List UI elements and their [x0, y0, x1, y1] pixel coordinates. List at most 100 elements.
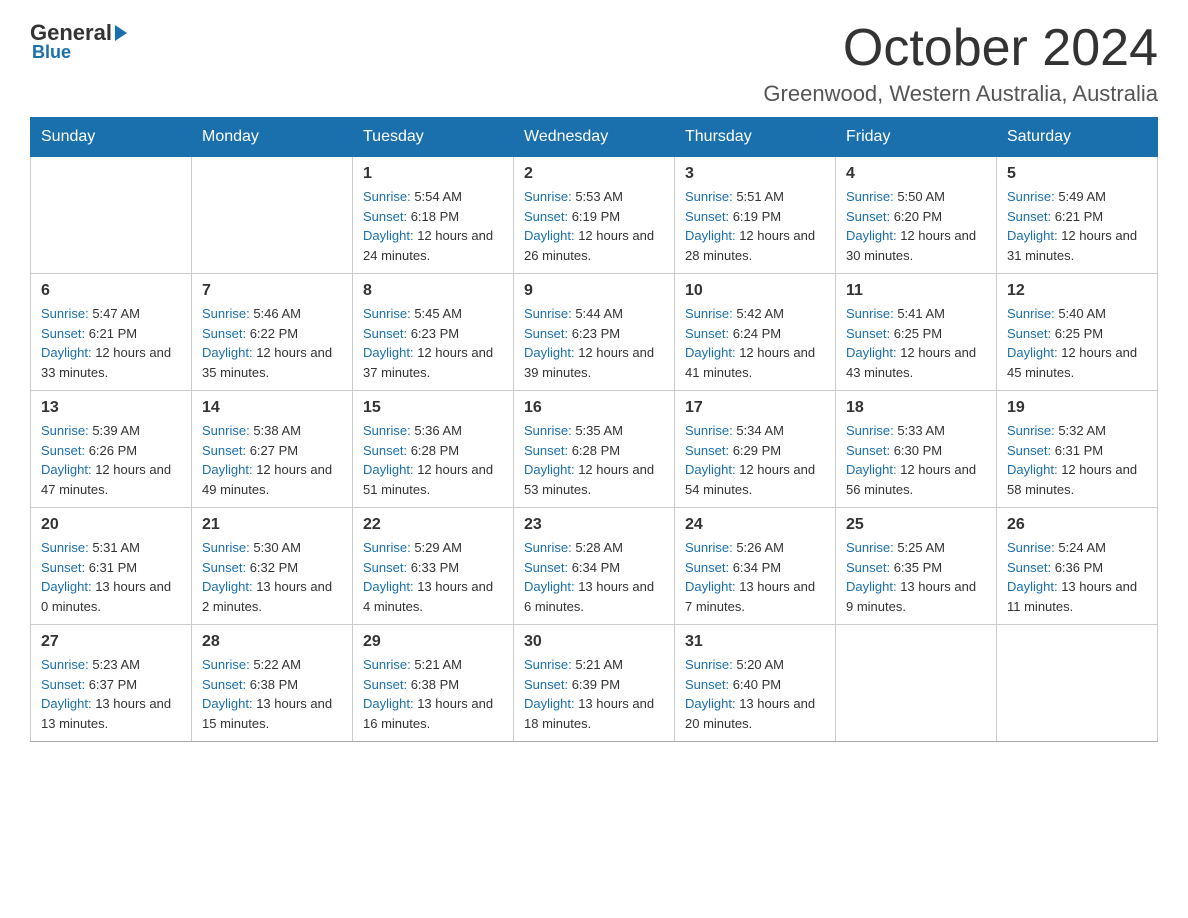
day-info: Sunrise: 5:34 AMSunset: 6:29 PMDaylight:… — [685, 421, 825, 499]
calendar-cell-w2-d0: 6 Sunrise: 5:47 AMSunset: 6:21 PMDaylight… — [31, 274, 192, 391]
calendar-cell-w4-d0: 20 Sunrise: 5:31 AMSunset: 6:31 PMDayligh… — [31, 508, 192, 625]
day-number: 19 — [1007, 399, 1147, 417]
page-header: General Blue October 2024 Greenwood, Wes… — [30, 20, 1158, 107]
day-info: Sunrise: 5:50 AMSunset: 6:20 PMDaylight:… — [846, 187, 986, 265]
day-number: 6 — [41, 282, 181, 300]
col-monday: Monday — [192, 118, 353, 157]
day-info: Sunrise: 5:26 AMSunset: 6:34 PMDaylight:… — [685, 538, 825, 616]
day-number: 22 — [363, 516, 503, 534]
logo-area: General Blue — [30, 20, 127, 63]
day-info: Sunrise: 5:53 AMSunset: 6:19 PMDaylight:… — [524, 187, 664, 265]
calendar-cell-w3-d0: 13 Sunrise: 5:39 AMSunset: 6:26 PMDayligh… — [31, 391, 192, 508]
day-info: Sunrise: 5:41 AMSunset: 6:25 PMDaylight:… — [846, 304, 986, 382]
day-info: Sunrise: 5:47 AMSunset: 6:21 PMDaylight:… — [41, 304, 181, 382]
calendar-cell-w5-d3: 30 Sunrise: 5:21 AMSunset: 6:39 PMDayligh… — [514, 625, 675, 742]
day-info: Sunrise: 5:30 AMSunset: 6:32 PMDaylight:… — [202, 538, 342, 616]
day-number: 24 — [685, 516, 825, 534]
calendar-cell-w2-d6: 12 Sunrise: 5:40 AMSunset: 6:25 PMDayligh… — [997, 274, 1158, 391]
day-info: Sunrise: 5:36 AMSunset: 6:28 PMDaylight:… — [363, 421, 503, 499]
day-info: Sunrise: 5:31 AMSunset: 6:31 PMDaylight:… — [41, 538, 181, 616]
calendar-cell-w4-d4: 24 Sunrise: 5:26 AMSunset: 6:34 PMDayligh… — [675, 508, 836, 625]
month-title: October 2024 — [763, 20, 1158, 77]
day-number: 1 — [363, 165, 503, 183]
day-number: 28 — [202, 633, 342, 651]
day-info: Sunrise: 5:21 AMSunset: 6:39 PMDaylight:… — [524, 655, 664, 733]
col-sunday: Sunday — [31, 118, 192, 157]
day-info: Sunrise: 5:40 AMSunset: 6:25 PMDaylight:… — [1007, 304, 1147, 382]
col-thursday: Thursday — [675, 118, 836, 157]
week-row-4: 20 Sunrise: 5:31 AMSunset: 6:31 PMDayligh… — [31, 508, 1158, 625]
day-info: Sunrise: 5:46 AMSunset: 6:22 PMDaylight:… — [202, 304, 342, 382]
title-area: October 2024 Greenwood, Western Australi… — [763, 20, 1158, 107]
day-info: Sunrise: 5:49 AMSunset: 6:21 PMDaylight:… — [1007, 187, 1147, 265]
calendar-cell-w3-d4: 17 Sunrise: 5:34 AMSunset: 6:29 PMDayligh… — [675, 391, 836, 508]
calendar-cell-w5-d4: 31 Sunrise: 5:20 AMSunset: 6:40 PMDayligh… — [675, 625, 836, 742]
calendar-cell-w1-d1 — [192, 157, 353, 274]
day-number: 18 — [846, 399, 986, 417]
calendar-cell-w1-d2: 1 Sunrise: 5:54 AMSunset: 6:18 PMDaylight… — [353, 157, 514, 274]
day-number: 30 — [524, 633, 664, 651]
day-number: 11 — [846, 282, 986, 300]
calendar-cell-w3-d6: 19 Sunrise: 5:32 AMSunset: 6:31 PMDayligh… — [997, 391, 1158, 508]
day-number: 5 — [1007, 165, 1147, 183]
week-row-5: 27 Sunrise: 5:23 AMSunset: 6:37 PMDayligh… — [31, 625, 1158, 742]
calendar-cell-w3-d1: 14Sunrise: 5:38 AMSunset: 6:27 PMDayligh… — [192, 391, 353, 508]
day-number: 7 — [202, 282, 342, 300]
calendar-cell-w1-d5: 4Sunrise: 5:50 AMSunset: 6:20 PMDaylight… — [836, 157, 997, 274]
day-info: Sunrise: 5:39 AMSunset: 6:26 PMDaylight:… — [41, 421, 181, 499]
calendar-cell-w4-d6: 26Sunrise: 5:24 AMSunset: 6:36 PMDayligh… — [997, 508, 1158, 625]
week-row-2: 6 Sunrise: 5:47 AMSunset: 6:21 PMDaylight… — [31, 274, 1158, 391]
day-info: Sunrise: 5:32 AMSunset: 6:31 PMDaylight:… — [1007, 421, 1147, 499]
calendar-cell-w1-d4: 3Sunrise: 5:51 AMSunset: 6:19 PMDaylight… — [675, 157, 836, 274]
day-info: Sunrise: 5:51 AMSunset: 6:19 PMDaylight:… — [685, 187, 825, 265]
day-number: 17 — [685, 399, 825, 417]
day-number: 16 — [524, 399, 664, 417]
day-number: 12 — [1007, 282, 1147, 300]
col-friday: Friday — [836, 118, 997, 157]
day-info: Sunrise: 5:25 AMSunset: 6:35 PMDaylight:… — [846, 538, 986, 616]
day-number: 9 — [524, 282, 664, 300]
day-number: 8 — [363, 282, 503, 300]
week-row-3: 13 Sunrise: 5:39 AMSunset: 6:26 PMDayligh… — [31, 391, 1158, 508]
day-info: Sunrise: 5:35 AMSunset: 6:28 PMDaylight:… — [524, 421, 664, 499]
day-info: Sunrise: 5:54 AMSunset: 6:18 PMDaylight:… — [363, 187, 503, 265]
day-number: 15 — [363, 399, 503, 417]
day-number: 27 — [41, 633, 181, 651]
calendar-cell-w5-d2: 29Sunrise: 5:21 AMSunset: 6:38 PMDayligh… — [353, 625, 514, 742]
calendar-cell-w2-d2: 8 Sunrise: 5:45 AMSunset: 6:23 PMDaylight… — [353, 274, 514, 391]
day-info: Sunrise: 5:23 AMSunset: 6:37 PMDaylight:… — [41, 655, 181, 733]
calendar-cell-w4-d3: 23 Sunrise: 5:28 AMSunset: 6:34 PMDayligh… — [514, 508, 675, 625]
day-info: Sunrise: 5:33 AMSunset: 6:30 PMDaylight:… — [846, 421, 986, 499]
day-number: 20 — [41, 516, 181, 534]
calendar-cell-w5-d6 — [997, 625, 1158, 742]
day-number: 13 — [41, 399, 181, 417]
day-info: Sunrise: 5:24 AMSunset: 6:36 PMDaylight:… — [1007, 538, 1147, 616]
day-info: Sunrise: 5:42 AMSunset: 6:24 PMDaylight:… — [685, 304, 825, 382]
calendar-cell-w3-d2: 15 Sunrise: 5:36 AMSunset: 6:28 PMDayligh… — [353, 391, 514, 508]
logo-arrow-icon — [115, 25, 127, 41]
week-row-1: 1 Sunrise: 5:54 AMSunset: 6:18 PMDaylight… — [31, 157, 1158, 274]
day-info: Sunrise: 5:22 AMSunset: 6:38 PMDaylight:… — [202, 655, 342, 733]
day-info: Sunrise: 5:45 AMSunset: 6:23 PMDaylight:… — [363, 304, 503, 382]
col-saturday: Saturday — [997, 118, 1158, 157]
day-info: Sunrise: 5:28 AMSunset: 6:34 PMDaylight:… — [524, 538, 664, 616]
day-info: Sunrise: 5:21 AMSunset: 6:38 PMDaylight:… — [363, 655, 503, 733]
calendar-cell-w1-d3: 2Sunrise: 5:53 AMSunset: 6:19 PMDaylight… — [514, 157, 675, 274]
calendar-cell-w2-d4: 10Sunrise: 5:42 AMSunset: 6:24 PMDayligh… — [675, 274, 836, 391]
col-wednesday: Wednesday — [514, 118, 675, 157]
day-info: Sunrise: 5:20 AMSunset: 6:40 PMDaylight:… — [685, 655, 825, 733]
calendar-cell-w2-d3: 9Sunrise: 5:44 AMSunset: 6:23 PMDaylight… — [514, 274, 675, 391]
day-number: 21 — [202, 516, 342, 534]
day-number: 23 — [524, 516, 664, 534]
calendar-cell-w5-d5 — [836, 625, 997, 742]
day-number: 31 — [685, 633, 825, 651]
calendar-table: Sunday Monday Tuesday Wednesday Thursday… — [30, 117, 1158, 742]
day-info: Sunrise: 5:29 AMSunset: 6:33 PMDaylight:… — [363, 538, 503, 616]
calendar-cell-w3-d3: 16 Sunrise: 5:35 AMSunset: 6:28 PMDayligh… — [514, 391, 675, 508]
calendar-cell-w5-d1: 28 Sunrise: 5:22 AMSunset: 6:38 PMDayligh… — [192, 625, 353, 742]
calendar-cell-w3-d5: 18 Sunrise: 5:33 AMSunset: 6:30 PMDayligh… — [836, 391, 997, 508]
calendar-cell-w4-d5: 25Sunrise: 5:25 AMSunset: 6:35 PMDayligh… — [836, 508, 997, 625]
logo-blue-text: Blue — [32, 42, 71, 63]
location-title: Greenwood, Western Australia, Australia — [763, 81, 1158, 107]
calendar-header-row: Sunday Monday Tuesday Wednesday Thursday… — [31, 118, 1158, 157]
